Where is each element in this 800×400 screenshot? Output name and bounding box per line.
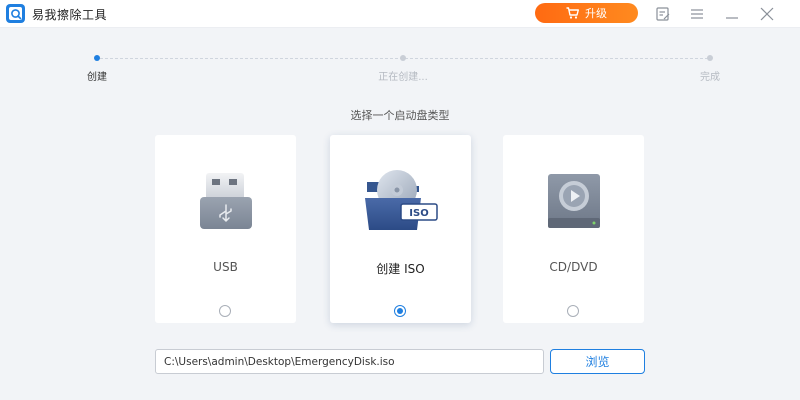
app-title: 易我擦除工具	[32, 8, 108, 22]
iso-folder-icon: ISO	[330, 165, 471, 237]
cd-dvd-drive-icon	[503, 165, 644, 237]
step-dot-complete	[707, 55, 713, 61]
card-usb-label: USB	[213, 260, 238, 274]
step-dot-create	[94, 55, 100, 61]
card-iso[interactable]: ISO 创建 ISO	[330, 135, 471, 323]
card-cd-dvd-radio[interactable]	[567, 305, 579, 317]
close-icon[interactable]	[759, 6, 775, 22]
upgrade-label: 升级	[585, 7, 607, 20]
card-iso-radio[interactable]	[394, 305, 406, 317]
iso-badge-text: ISO	[409, 208, 428, 219]
step-dot-creating	[400, 55, 406, 61]
iso-path-input[interactable]	[155, 349, 544, 374]
card-usb-radio[interactable]	[219, 305, 231, 317]
menu-icon[interactable]	[689, 6, 705, 22]
card-cd-dvd-label: CD/DVD	[549, 260, 598, 274]
step-label-creating: 正在创建...	[378, 72, 428, 83]
step-label-create: 创建	[87, 72, 107, 83]
card-cd-dvd[interactable]: CD/DVD	[503, 135, 644, 323]
browse-button[interactable]: 浏览	[550, 349, 645, 374]
cart-icon	[566, 7, 579, 19]
feedback-icon[interactable]	[655, 6, 671, 22]
title-bar: 易我擦除工具 升级	[0, 0, 800, 28]
step-label-complete: 完成	[700, 72, 720, 83]
card-iso-label: 创建 ISO	[376, 262, 425, 276]
card-usb[interactable]: USB	[155, 135, 296, 323]
usb-drive-icon	[155, 165, 296, 237]
minimize-icon[interactable]	[724, 6, 740, 22]
section-subtitle: 选择一个启动盘类型	[350, 109, 450, 122]
step-indicator: 创建 正在创建... 完成	[0, 52, 800, 92]
app-logo-icon	[6, 4, 25, 23]
upgrade-button[interactable]: 升级	[535, 3, 638, 23]
